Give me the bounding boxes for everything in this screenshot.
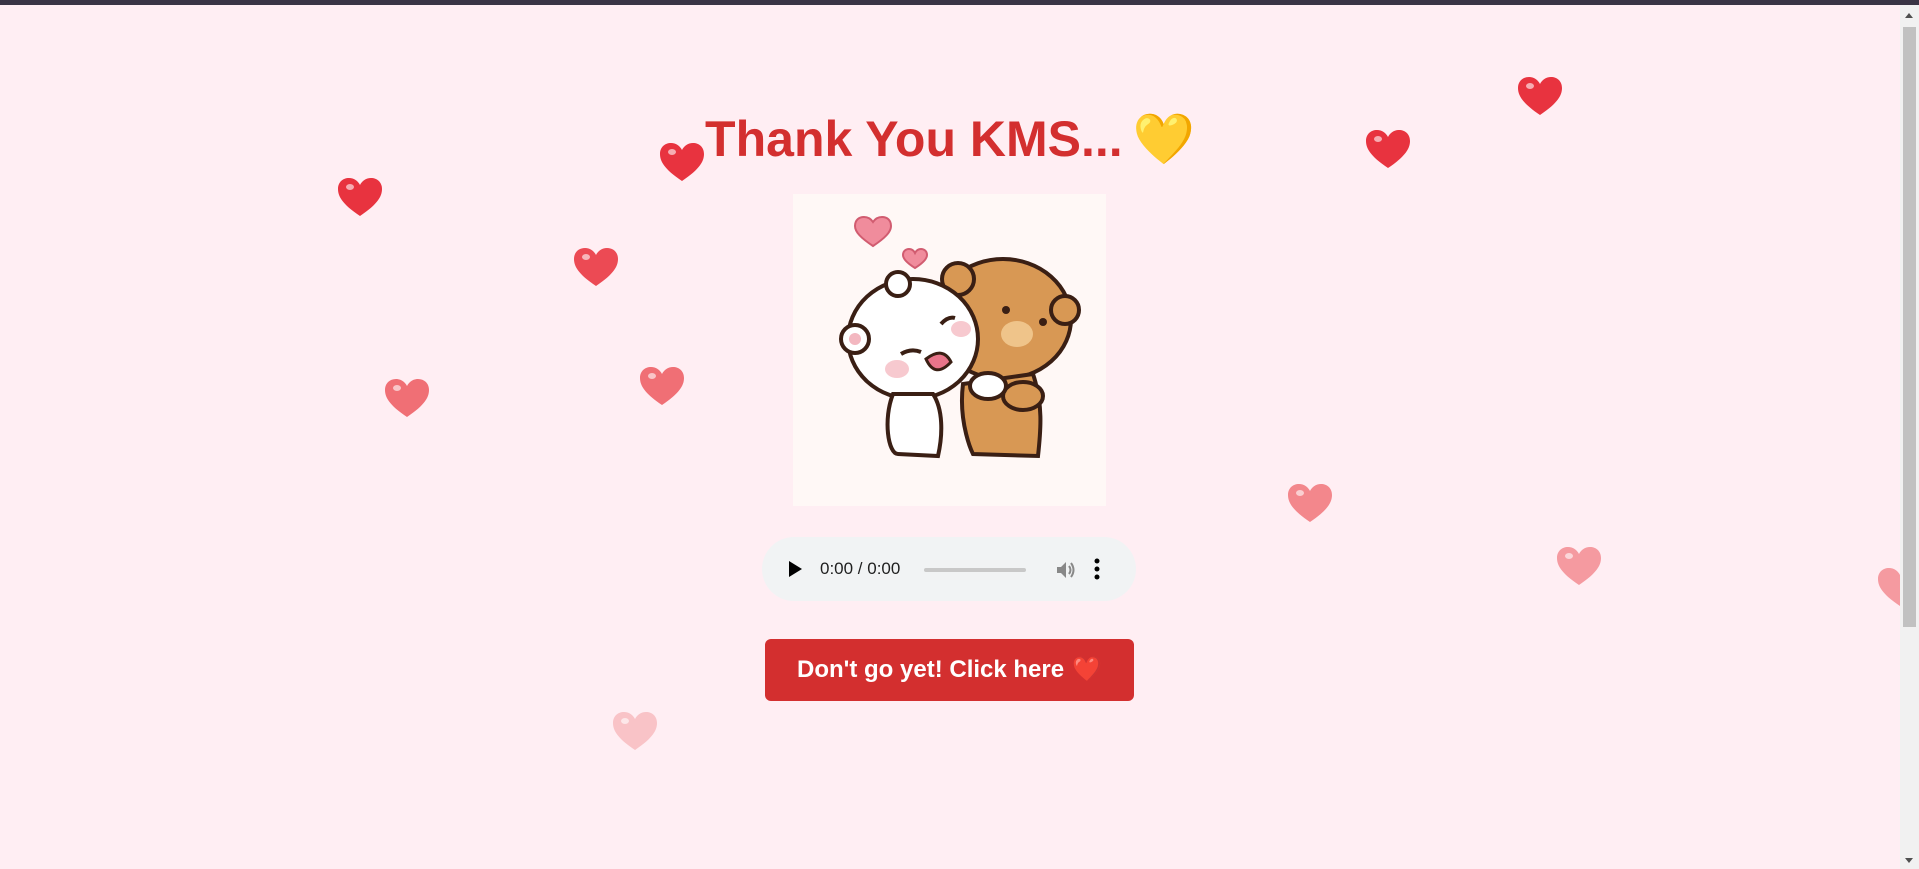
scroll-up-arrow-icon[interactable] xyxy=(1905,13,1913,18)
heart-icon xyxy=(1288,484,1332,522)
heart-icon xyxy=(338,178,382,216)
audio-time: 0:00 / 0:00 xyxy=(820,559,901,578)
volume-icon[interactable] xyxy=(1054,559,1076,581)
hug-image xyxy=(793,194,1106,506)
yellow-heart-icon: 💛 xyxy=(1132,111,1195,167)
play-icon[interactable] xyxy=(789,561,802,577)
page-viewport: Thank You KMS... 💛 0:00 / 0:00 Don't go … xyxy=(0,5,1900,869)
page-title: Thank You KMS... 💛 xyxy=(0,109,1900,169)
heart-icon xyxy=(640,367,684,405)
dont-go-button-label: Don't go yet! Click here xyxy=(797,656,1065,683)
heart-icon xyxy=(1878,568,1900,606)
heart-icon xyxy=(613,712,657,750)
vertical-scrollbar[interactable] xyxy=(1900,5,1919,869)
heart-icon xyxy=(574,248,618,286)
dont-go-button[interactable]: Don't go yet! Click here ❤️ xyxy=(765,639,1134,701)
audio-progress-slider[interactable] xyxy=(924,568,1026,572)
scroll-down-arrow-icon[interactable] xyxy=(1905,858,1913,863)
audio-player[interactable]: 0:00 / 0:00 xyxy=(762,537,1136,601)
scrollbar-thumb[interactable] xyxy=(1903,27,1916,627)
hugging-bears-icon xyxy=(839,215,1081,459)
heart-icon xyxy=(385,379,429,417)
page-title-text: Thank You KMS... xyxy=(705,111,1123,167)
red-heart-icon: ❤️ xyxy=(1072,656,1102,683)
heart-icon xyxy=(1557,547,1601,585)
more-options-icon[interactable] xyxy=(1094,558,1100,580)
